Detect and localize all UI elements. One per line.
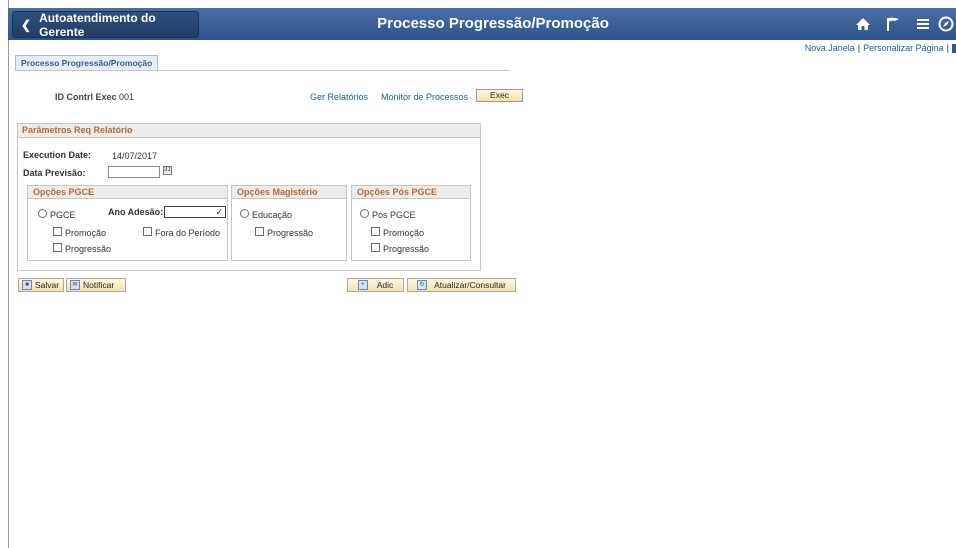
pos-pgce-radio[interactable] (360, 209, 369, 218)
new-window-link[interactable]: Nova Janela (805, 43, 855, 53)
page-frame (8, 0, 956, 548)
top-links: Nova Janela | Personalizar Página | (805, 43, 956, 54)
report-manager-link[interactable]: Ger Relatórios (310, 92, 368, 102)
educacao-radio-label: Educação (252, 210, 293, 220)
educacao-radio[interactable] (240, 209, 249, 218)
add-icon: + (357, 280, 368, 290)
compass-icon[interactable] (938, 8, 956, 40)
pgce-fora-periodo-checkbox[interactable] (143, 227, 152, 236)
pos-pgce-options-header: Opções Pós PGCE (352, 186, 470, 199)
year-select[interactable]: ✓ (164, 206, 226, 218)
save-icon: ■ (22, 280, 32, 290)
home-icon[interactable] (848, 8, 878, 40)
process-monitor-link[interactable]: Monitor de Processos (381, 92, 468, 102)
pos-pgce-promocao-checkbox[interactable] (371, 227, 380, 236)
chevron-left-icon: ❮ (21, 17, 32, 32)
magisterio-options-header: Opções Magistério (232, 186, 346, 199)
pgce-progressao-checkbox[interactable] (53, 243, 62, 252)
calendar-icon[interactable]: 31 (163, 166, 172, 175)
run-control-label: ID Contrl Exec (55, 92, 117, 102)
params-header: Parâmetros Req Relatório (18, 124, 480, 138)
save-button-label: Salvar (35, 280, 60, 290)
tab-divider (15, 70, 510, 71)
page-title: Processo Progressão/Promoção (377, 15, 609, 32)
notify-button-label: Notificar (83, 280, 115, 290)
header-actions (848, 8, 956, 40)
pgce-options-header: Opções PGCE (28, 186, 227, 199)
execution-date-label: Execution Date: (23, 150, 92, 160)
pgce-radio[interactable] (38, 209, 47, 218)
year-label: Ano Adesão: (108, 207, 164, 217)
refresh-icon: ↻ (417, 280, 428, 290)
refresh-button-label: Atualizar/Consultar (434, 280, 506, 290)
pgce-promocao-label: Promoção (65, 228, 107, 238)
exec-button[interactable]: Exec (476, 89, 523, 102)
pos-pgce-radio-label: Pós PGCE (372, 210, 416, 220)
execution-date-value: 14/07/2017 (112, 151, 158, 161)
menu-icon[interactable] (908, 8, 938, 40)
magisterio-options-group: Opções Magistério (231, 185, 347, 261)
add-button-label: Adic (376, 280, 394, 290)
notify-button[interactable]: ✉ Notificar (66, 278, 126, 292)
run-control-value: 001 (119, 92, 135, 102)
forecast-date-input[interactable] (108, 166, 160, 178)
add-button[interactable]: + Adic (347, 278, 404, 292)
header-banner: ❮ Autoatendimento do Gerente Processo Pr… (8, 8, 956, 40)
back-button[interactable]: ❮ Autoatendimento do Gerente (12, 10, 199, 39)
pos-pgce-progressao-label: Progressão (383, 244, 430, 254)
back-button-label: Autoatendimento do Gerente (39, 10, 156, 39)
pgce-progressao-label: Progressão (65, 244, 112, 254)
refresh-button[interactable]: ↻ Atualizar/Consultar (407, 278, 516, 292)
pos-pgce-promocao-label: Promoção (383, 228, 425, 238)
tab-processo[interactable]: Processo Progressão/Promoção (15, 55, 159, 70)
magisterio-progressao-checkbox[interactable] (255, 227, 264, 236)
save-button[interactable]: ■ Salvar (18, 278, 64, 292)
pgce-radio-label: PGCE (50, 210, 76, 220)
magisterio-progressao-label: Progressão (267, 228, 314, 238)
flag-icon[interactable] (878, 8, 908, 40)
pgce-fora-periodo-label: Fora do Período (155, 228, 221, 238)
chevron-down-icon: ✓ (215, 207, 223, 217)
pgce-promocao-checkbox[interactable] (53, 227, 62, 236)
notify-icon: ✉ (70, 280, 80, 290)
personalize-page-link[interactable]: Personalizar Página (863, 43, 944, 53)
forecast-date-label: Data Previsão: (23, 168, 86, 178)
pos-pgce-progressao-checkbox[interactable] (371, 243, 380, 252)
help-icon[interactable] (952, 44, 956, 54)
